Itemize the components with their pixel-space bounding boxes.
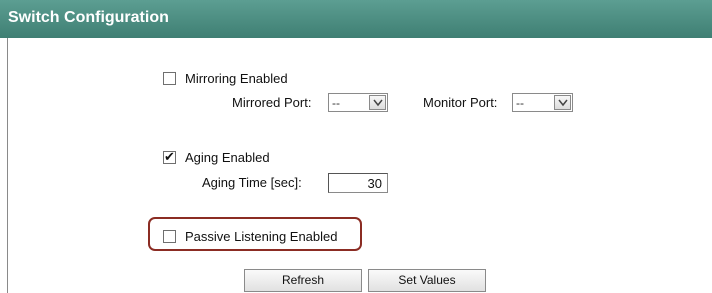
aging-time-input[interactable]: 30: [328, 173, 388, 193]
mirrored-port-value: --: [332, 96, 340, 110]
monitor-port-label: Monitor Port:: [423, 95, 498, 110]
monitor-port-dropdown-button[interactable]: [554, 95, 571, 110]
mirroring-enabled-label: Mirroring Enabled: [185, 71, 288, 86]
aging-enabled-label: Aging Enabled: [185, 150, 270, 165]
mirrored-port-select[interactable]: --: [328, 93, 388, 112]
section-header: Switch Configuration: [0, 0, 712, 38]
set-values-button[interactable]: Set Values: [368, 269, 486, 292]
monitor-port-select[interactable]: --: [512, 93, 573, 112]
refresh-button[interactable]: Refresh: [244, 269, 362, 292]
mirrored-port-label: Mirrored Port:: [232, 95, 312, 110]
passive-listening-label: Passive Listening Enabled: [185, 229, 338, 244]
mirroring-enabled-checkbox[interactable]: [163, 72, 176, 85]
chevron-down-icon: [373, 99, 383, 107]
aging-enabled-checkbox[interactable]: ✔: [163, 149, 176, 164]
config-panel: Mirroring Enabled Mirrored Port: -- Moni…: [7, 38, 712, 293]
monitor-port-value: --: [516, 96, 524, 110]
chevron-down-icon: [558, 99, 568, 107]
passive-listening-checkbox[interactable]: [163, 230, 176, 243]
mirrored-port-dropdown-button[interactable]: [369, 95, 386, 110]
aging-time-value: 30: [367, 176, 382, 191]
checkmark-icon: ✔: [164, 149, 175, 164]
aging-time-label: Aging Time [sec]:: [202, 175, 302, 190]
page-title: Switch Configuration: [8, 9, 169, 26]
